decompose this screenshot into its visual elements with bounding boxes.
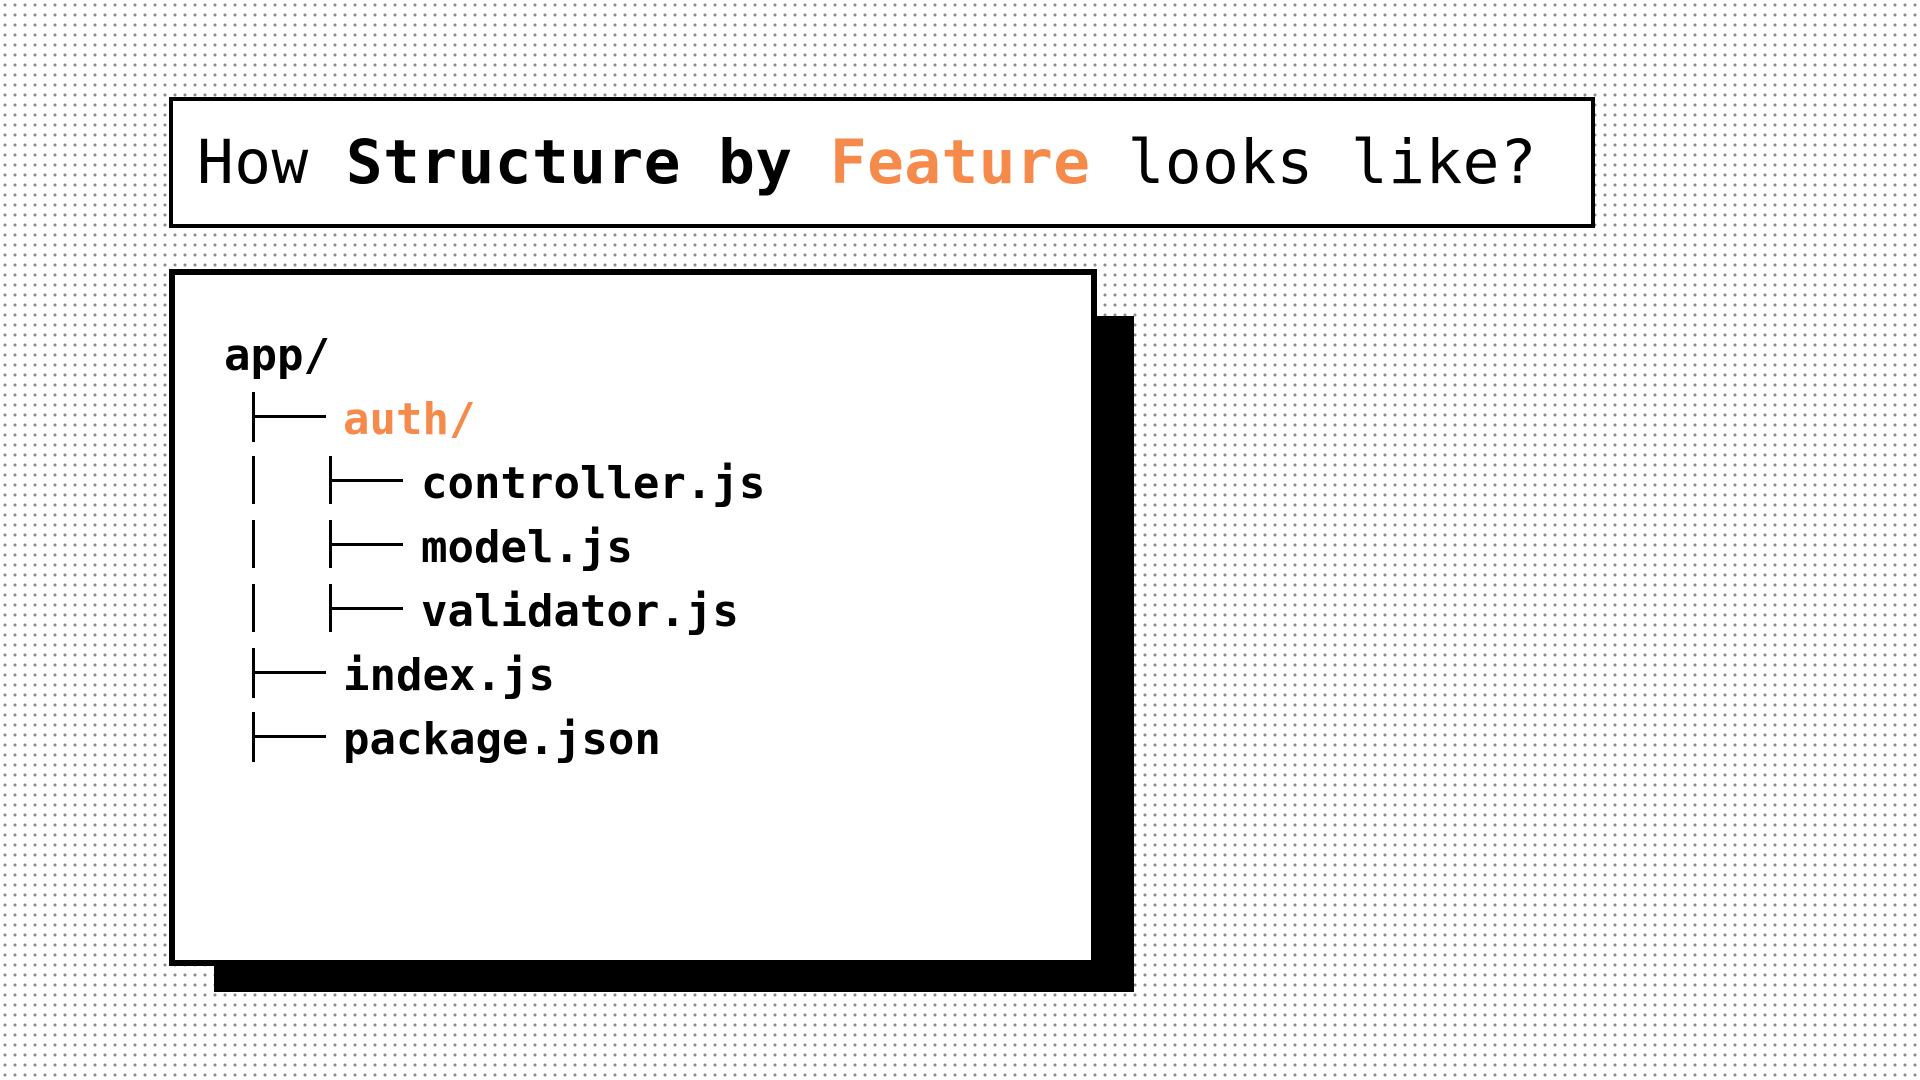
tree-connector-vertical	[252, 520, 255, 568]
file-tree-panel: app/ auth/ controller.js model.js valida…	[169, 269, 1097, 966]
tree-connector-vertical	[252, 456, 255, 504]
tree-file-validator: validator.js	[421, 586, 739, 637]
tree-connector-horizontal	[252, 671, 326, 674]
page-title: How Structure by Feature looks like?	[197, 132, 1537, 193]
tree-root-folder: app/	[224, 330, 330, 381]
tree-file-model: model.js	[421, 522, 633, 573]
title-structure-by: Structure by	[345, 127, 793, 198]
tree-folder-auth: auth/	[343, 394, 476, 445]
tree-connector-vertical	[252, 584, 255, 632]
tree-connector-horizontal	[329, 543, 403, 546]
tree-connector-horizontal	[329, 607, 403, 610]
tree-connector-horizontal	[252, 415, 326, 418]
title-space	[793, 127, 830, 198]
title-box: How Structure by Feature looks like?	[169, 97, 1595, 228]
title-how: How	[197, 127, 346, 198]
title-feature: Feature	[829, 127, 1091, 198]
title-looks-like: looks like?	[1090, 127, 1538, 198]
tree-file-index: index.js	[343, 650, 555, 701]
tree-file-controller: controller.js	[421, 458, 766, 509]
tree-file-package: package.json	[343, 714, 661, 765]
tree-connector-horizontal	[329, 479, 403, 482]
tree-connector-horizontal	[252, 735, 326, 738]
